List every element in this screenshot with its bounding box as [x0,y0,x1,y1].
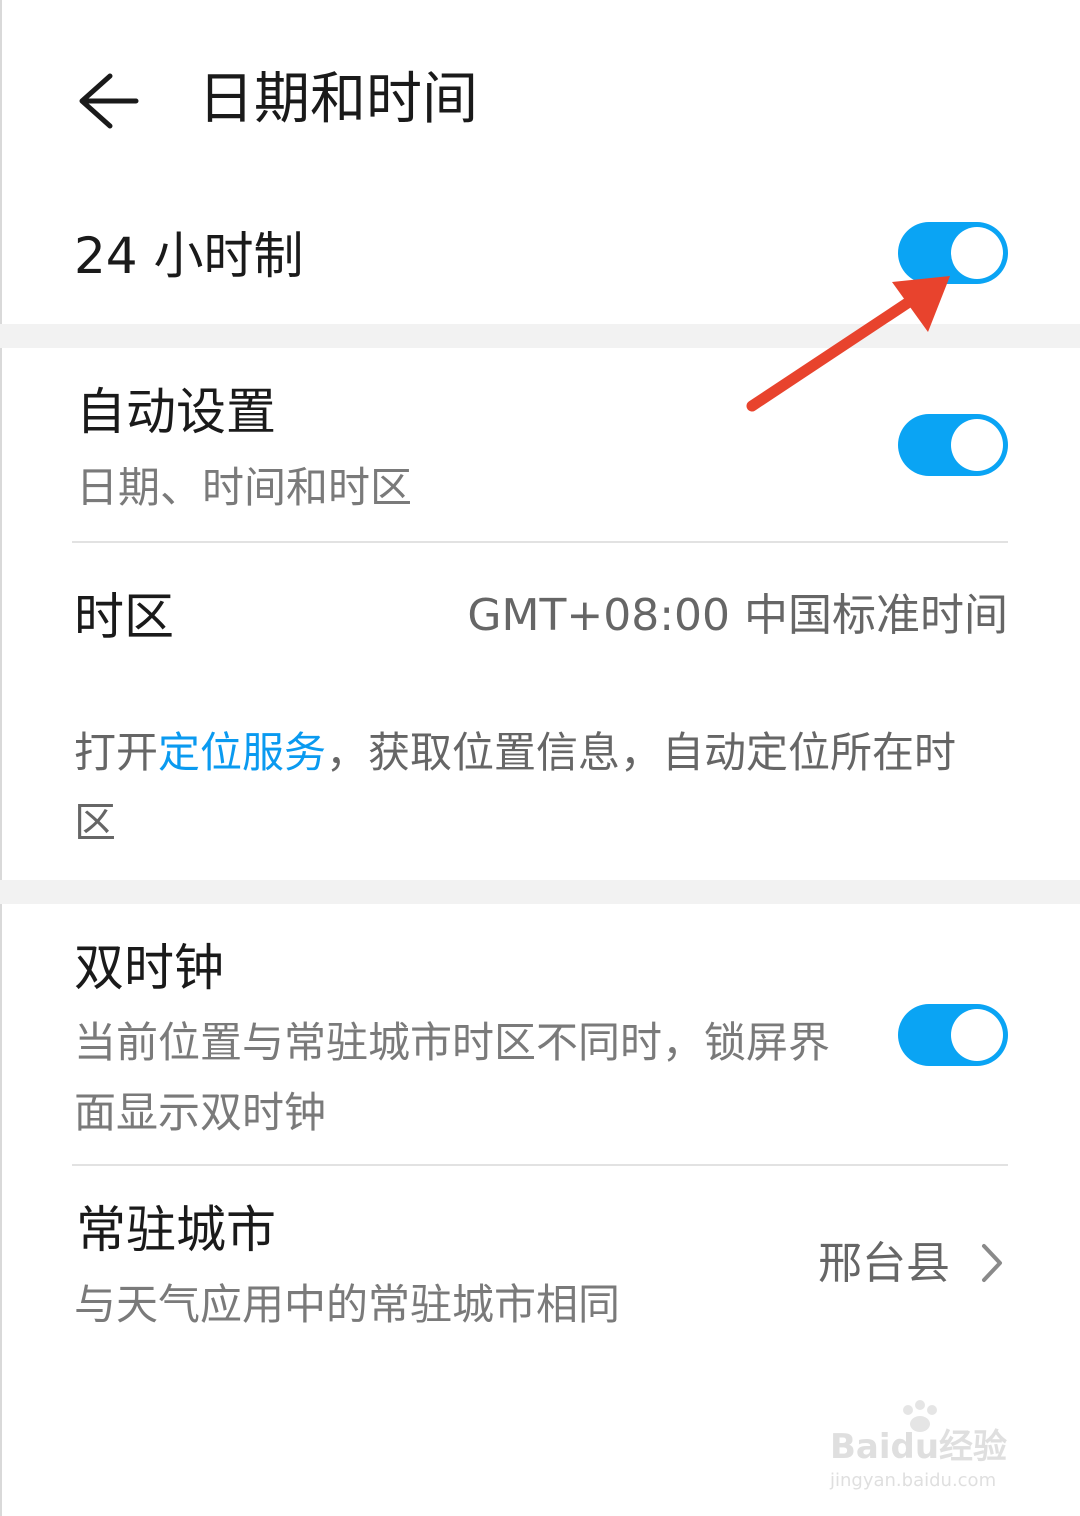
timezone-value[interactable]: GMT+08:00 中国标准时间 [467,586,1008,646]
left-edge [0,0,2,1516]
watermark-brand: Baidu经验 [830,1427,1007,1467]
hint-prefix: 打开 [74,728,159,777]
watermark-url: jingyan.baidu.com [829,1470,996,1491]
toggle-knob [951,1009,1003,1061]
timezone-label[interactable]: 时区 [74,585,174,649]
dual-clock-label: 双时钟 [74,939,224,997]
dual-clock-toggle[interactable] [898,1004,1008,1066]
page-title: 日期和时间 [198,67,478,132]
section-separator [0,880,1080,904]
arrow-left-icon[interactable] [72,66,142,136]
chevron-right-icon[interactable] [978,1240,1008,1286]
home-city-label[interactable]: 常驻城市 [76,1198,276,1262]
dual-clock-subtitle: 当前位置与常驻城市时区不同时，锁屏界面显示双时钟 [74,1018,831,1137]
timezone-hint: 打开定位服务，获取位置信息，自动定位所在时区 [74,718,994,858]
divider [72,1164,1008,1166]
divider [72,541,1008,543]
home-city-value[interactable]: 邢台县 [818,1234,950,1294]
toggle-knob [951,419,1003,471]
auto-set-subtitle: 日期、时间和时区 [76,463,413,512]
baidu-watermark-icon: Baidu经验 jingyan.baidu.com [829,1400,1007,1491]
auto-set-toggle[interactable] [898,414,1008,476]
home-city-subtitle: 与天气应用中的常驻城市相同 [74,1280,621,1329]
annotation-arrow-icon [746,276,950,412]
location-service-link[interactable]: 定位服务 [158,728,326,777]
hour24-label: 24 小时制 [74,227,304,285]
auto-set-label: 自动设置 [76,383,276,441]
